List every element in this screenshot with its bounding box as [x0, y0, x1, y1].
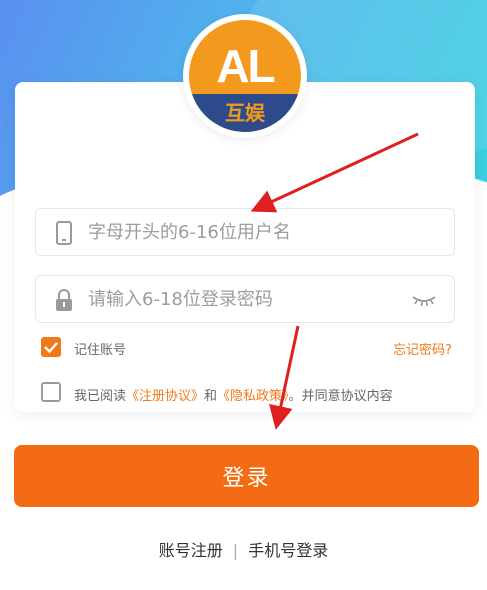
eye-closed-icon[interactable]: [410, 292, 438, 308]
app-logo: AL 互娱: [183, 14, 307, 138]
agreement-suffix: 。并同意协议内容: [288, 389, 393, 404]
username-field[interactable]: [35, 208, 455, 256]
phone-icon: [56, 221, 72, 245]
phone-login-link[interactable]: 手机号登录: [248, 541, 328, 560]
register-link[interactable]: 账号注册: [159, 541, 223, 560]
agreement-checkbox[interactable]: [41, 382, 61, 402]
links-separator: |: [232, 541, 239, 560]
logo-subtitle: 互娱: [225, 101, 265, 125]
agreement-prefix: 我已阅读: [74, 389, 127, 404]
username-input[interactable]: [88, 209, 408, 255]
password-input[interactable]: [88, 276, 408, 322]
logo-mark: AL: [216, 40, 275, 92]
bottom-links: 账号注册 | 手机号登录: [0, 537, 487, 561]
password-field[interactable]: [35, 275, 455, 323]
forgot-password-link[interactable]: 忘记密码?: [393, 339, 452, 358]
lock-icon: [56, 289, 72, 311]
logo-disc: AL 互娱: [189, 20, 301, 132]
remember-checkbox[interactable]: [41, 337, 61, 357]
check-icon: [44, 342, 58, 354]
agreement-and: 和: [204, 389, 218, 404]
login-button[interactable]: 登录: [14, 445, 479, 507]
terms-link[interactable]: 《注册协议》: [126, 389, 204, 404]
privacy-link[interactable]: 《隐私政策》: [217, 389, 289, 404]
remember-label: 记住账号: [74, 343, 127, 358]
agreement-text: 我已阅读《注册协议》和《隐私政策》。并同意协议内容: [74, 385, 393, 404]
